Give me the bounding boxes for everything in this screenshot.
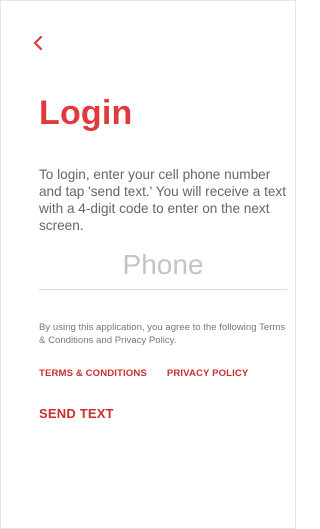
phone-field — [39, 245, 287, 290]
legal-links: TERMS & CONDITIONS PRIVACY POLICY — [39, 368, 248, 379]
agreement-text: By using this application, you agree to … — [39, 322, 286, 346]
privacy-link[interactable]: PRIVACY POLICY — [167, 368, 249, 379]
terms-link[interactable]: TERMS & CONDITIONS — [39, 368, 147, 379]
login-screen: Login To login, enter your cell phone nu… — [0, 0, 296, 529]
phone-input[interactable] — [39, 245, 287, 285]
login-instructions: To login, enter your cell phone number a… — [39, 167, 287, 233]
chevron-left-icon — [33, 35, 43, 51]
page-title: Login — [39, 94, 133, 132]
back-button[interactable] — [27, 32, 49, 54]
send-text-button[interactable]: SEND TEXT — [39, 406, 114, 421]
